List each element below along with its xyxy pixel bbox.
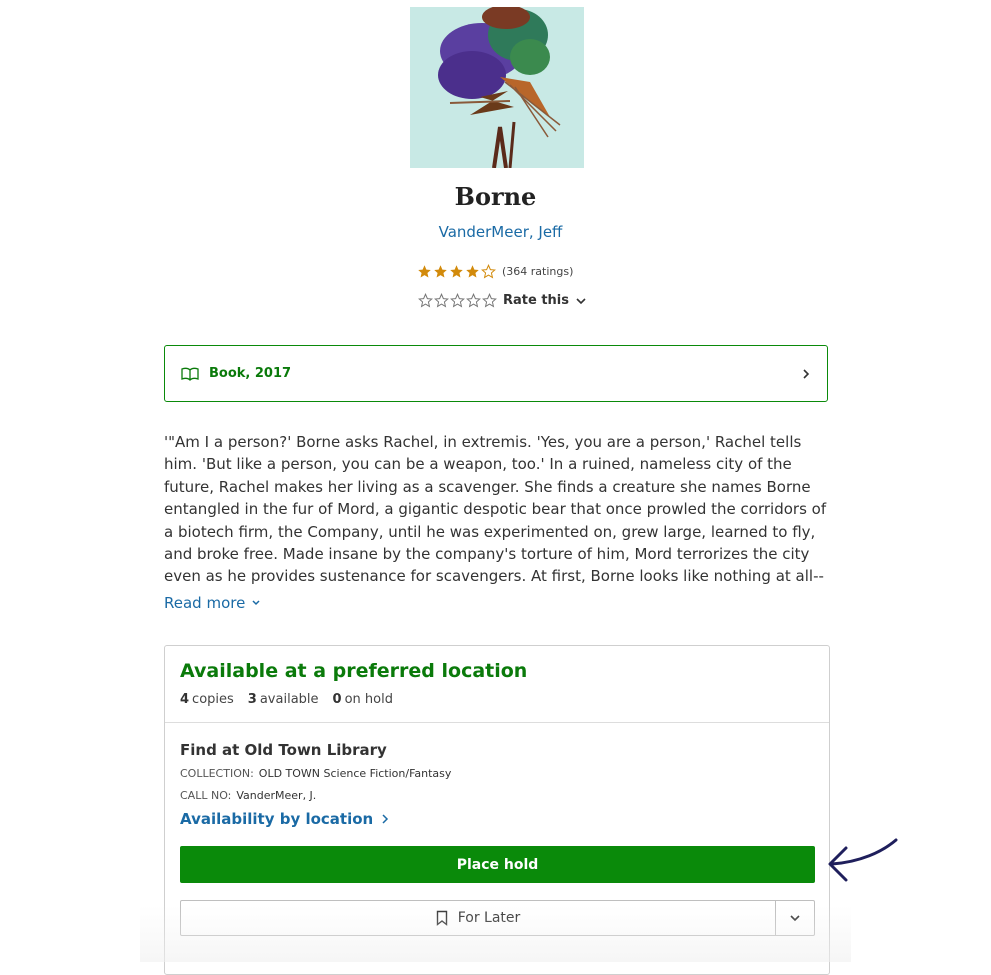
chevron-down-icon[interactable] bbox=[575, 295, 587, 307]
card-divider bbox=[165, 722, 829, 723]
star-empty-icon[interactable] bbox=[466, 293, 481, 308]
star-empty-icon[interactable] bbox=[418, 293, 433, 308]
chevron-right-icon[interactable] bbox=[801, 368, 811, 380]
star-empty-icon[interactable] bbox=[450, 293, 465, 308]
star-filled-icon bbox=[450, 265, 463, 278]
available-count: 3 available bbox=[247, 692, 319, 707]
format-selector[interactable]: Book, 2017 bbox=[164, 345, 828, 402]
copies-count: 4 copies bbox=[180, 692, 234, 707]
star-filled-icon bbox=[434, 265, 447, 278]
average-rating: (364 ratings) bbox=[417, 264, 573, 279]
place-hold-button[interactable]: Place hold bbox=[180, 846, 815, 883]
read-more-label[interactable]: Read more bbox=[164, 594, 245, 612]
user-rating-stars[interactable] bbox=[418, 293, 497, 308]
open-book-icon bbox=[181, 367, 199, 381]
collection-row: COLLECTION: OLD TOWN Science Fiction/Fant… bbox=[180, 767, 451, 780]
star-filled-icon bbox=[418, 265, 431, 278]
for-later-label[interactable]: For Later bbox=[458, 910, 521, 926]
find-at-library: Find at Old Town Library bbox=[180, 741, 387, 759]
chevron-right-icon[interactable] bbox=[381, 813, 389, 825]
rating-stars bbox=[417, 264, 496, 279]
chevron-down-icon[interactable] bbox=[789, 912, 801, 924]
rate-this-control[interactable]: Rate this bbox=[418, 293, 587, 308]
bookmark-icon bbox=[436, 910, 447, 926]
read-more-link[interactable]: Read more bbox=[164, 594, 261, 612]
shelf-options-dropdown[interactable] bbox=[775, 901, 814, 935]
collection-label: COLLECTION: bbox=[180, 767, 254, 780]
availability-by-location-link[interactable]: Availability by location bbox=[180, 810, 389, 828]
call-number-label: CALL NO: bbox=[180, 789, 232, 802]
book-title: Borne bbox=[454, 182, 537, 211]
collection-value: OLD TOWN Science Fiction/Fantasy bbox=[258, 767, 452, 780]
for-later-button[interactable]: For Later bbox=[181, 901, 775, 935]
copy-counts: 4 copies 3 available 0 on hold bbox=[180, 692, 393, 707]
format-label[interactable]: Book, 2017 bbox=[209, 366, 801, 381]
ratings-count: (364 ratings) bbox=[502, 265, 574, 278]
for-later-split-button: For Later bbox=[180, 900, 815, 936]
star-empty-icon bbox=[481, 264, 496, 279]
book-description: '"Am I a person?' Borne asks Rachel, in … bbox=[164, 433, 827, 586]
star-empty-icon[interactable] bbox=[482, 293, 497, 308]
book-cover-image[interactable] bbox=[410, 7, 584, 168]
availability-card: Available at a preferred location 4 copie… bbox=[164, 645, 830, 975]
star-empty-icon[interactable] bbox=[434, 293, 449, 308]
star-filled-icon bbox=[466, 265, 479, 278]
rate-this-label[interactable]: Rate this bbox=[503, 293, 569, 308]
author-link[interactable]: VanderMeer, Jeff bbox=[0, 223, 991, 241]
availability-heading: Available at a preferred location bbox=[180, 660, 528, 682]
call-number-value: VanderMeer, J. bbox=[236, 789, 317, 802]
annotation-arrow-icon bbox=[828, 838, 898, 882]
availability-link-label[interactable]: Availability by location bbox=[180, 810, 373, 828]
chevron-down-icon[interactable] bbox=[251, 598, 261, 608]
on-hold-count: 0 on hold bbox=[332, 692, 393, 707]
call-number-row: CALL NO: VanderMeer, J. bbox=[180, 789, 316, 802]
